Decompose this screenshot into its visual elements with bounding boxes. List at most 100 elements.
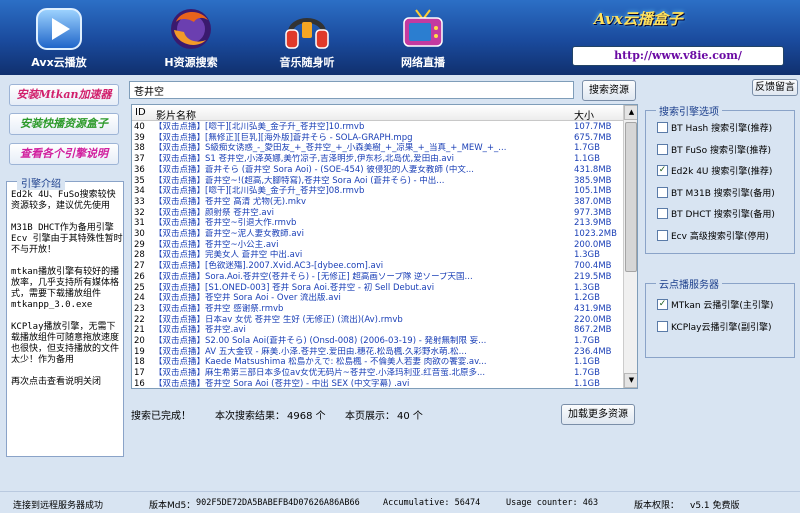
- checkbox-icon[interactable]: [657, 143, 668, 155]
- checkbox-icon[interactable]: [657, 186, 668, 198]
- engine-option[interactable]: BT DHCT 搜索引擎(备用): [657, 207, 775, 220]
- table-row[interactable]: 28 【双击点播】完美女人 蒼井空 中出.avi 1.3GB: [132, 250, 623, 261]
- cell-id: 37: [134, 154, 145, 165]
- search-button[interactable]: 搜索资源: [582, 80, 636, 101]
- nav-h-search[interactable]: H资源搜索: [146, 2, 236, 72]
- table-row[interactable]: 40 【双击点播】[唿干][北川弘美_金子升_苍井空]10.rmvb 107.7MB: [132, 122, 623, 133]
- table-row[interactable]: 34 【双击点播】[唿干][北川弘美_金子升_苍井空]08.rmvb 105.1MB: [132, 186, 623, 197]
- table-row[interactable]: 31 【双击点播】苍井空~引退大作.rmvb 213.9MB: [132, 218, 623, 229]
- cell-id: 28: [134, 250, 145, 261]
- checkbox-icon[interactable]: [657, 321, 668, 332]
- cell-id: 39: [134, 132, 145, 143]
- cell-size: 1.3GB: [574, 250, 600, 261]
- table-row[interactable]: 32 【双击点播】颜射祭 苍井空.avi 977.3MB: [132, 208, 623, 219]
- cell-size: 977.3MB: [574, 207, 612, 218]
- engine-options-title: 搜索引擎选项: [656, 103, 722, 118]
- table-row[interactable]: 20 【双击点播】S2.00 Sola Aoi(蒼井そら) (Onsd-008) …: [132, 336, 623, 347]
- table-row[interactable]: 18 【双击点播】Kaede Matsushima 松島かえで: 松島楓 - 不倫…: [132, 357, 623, 368]
- engine-option[interactable]: Ecv 高级搜索引擎(停用): [657, 229, 769, 242]
- table-row[interactable]: 26 【双击点播】Sora.Aoi.苍井空(苍井そら) - [无修正] 超高画ソー…: [132, 272, 623, 283]
- cell-id: 19: [134, 346, 145, 357]
- table-row[interactable]: 38 【双击点播】S級痴女诱惑_-_愛田友_+_苍井空_+_小森美樹_+_凉果_+…: [132, 143, 623, 154]
- shown-count-value: 40 个: [397, 411, 423, 422]
- firefox-icon: [166, 6, 216, 52]
- version-label: 版本权限：: [634, 501, 680, 511]
- cell-name: 【双击点播】苍井空~引退大作.rmvb: [154, 218, 297, 229]
- table-row[interactable]: 25 【双击点播】[S1.ONED-003] 苍井 Sora Aoi.苍井空 - …: [132, 283, 623, 294]
- scroll-down-arrow-icon[interactable]: ▼: [624, 373, 637, 388]
- feedback-button[interactable]: 反馈留言: [752, 79, 798, 96]
- table-row[interactable]: 23 【双击点播】苍井空 感谢祭.rmvb 431.9MB: [132, 304, 623, 315]
- table-row[interactable]: 27 【双击点播】[色欲迷殤].2007.Xvid.AC3-[dybee.com]…: [132, 261, 623, 272]
- cell-size: 385.9MB: [574, 175, 612, 186]
- engine-help-button[interactable]: 查看各个引擎说明: [9, 143, 119, 165]
- col-size-header[interactable]: 大小: [574, 107, 594, 122]
- nav-music[interactable]: 音乐随身听: [262, 2, 352, 72]
- nav-live[interactable]: 网络直播: [378, 2, 468, 72]
- table-row[interactable]: 21 【双击点播】苍井空.avi 867.2MB: [132, 325, 623, 336]
- checkbox-checked-icon[interactable]: ✓: [657, 299, 668, 310]
- server-option[interactable]: KCPlay云播引擎(副引擎): [657, 320, 772, 333]
- cell-name: 【双击点播】蒼井空~!(超高,大腳特寫),苍井空 Sora Aoi (蒼井そら)…: [154, 175, 445, 186]
- table-row[interactable]: 16 【双击点播】苍井空 Sora Aoi (苍井空) - 中出 SEX (中文字…: [132, 378, 623, 389]
- table-row[interactable]: 30 【双击点播】蒼井空~泥人妻女教師.avi 1023.2MB: [132, 229, 623, 240]
- table-row[interactable]: 33 【双击点播】苍井空 高清 尤物(无).mkv 387.0MB: [132, 197, 623, 208]
- cell-id: 32: [134, 207, 145, 218]
- server-option[interactable]: ✓ MTkan 云播引擎(主引擎): [657, 298, 773, 311]
- install-mtkan-button[interactable]: 安装Mtkan加速器: [9, 84, 119, 106]
- cell-name: 【双击点播】苍井空 高清 尤物(无).mkv: [154, 196, 306, 207]
- header-bar: Avx云播放 H资源搜索 音乐随身听 网络直播 Avx云播盒子 http://w…: [0, 0, 800, 75]
- website-link[interactable]: http://www.v8ie.com/: [572, 46, 784, 66]
- search-done-text: 搜索已完成！: [131, 411, 191, 422]
- server-option-label: KCPlay云播引擎(副引擎): [671, 323, 772, 333]
- engine-option[interactable]: ✓ Ed2k 4U 搜索引擎(推荐): [657, 164, 772, 177]
- checkbox-icon[interactable]: [657, 122, 668, 133]
- table-row[interactable]: 17 【双击点播】麻生希第三部日本多位av女优无码片~苍井空.小泽玛利亚.红音萤.…: [132, 368, 623, 379]
- results-table[interactable]: ID 影片名称 大小 40 【双击点播】[唿干][北川弘美_金子升_苍井空]10.…: [131, 104, 638, 389]
- cell-size: 219.5MB: [574, 271, 612, 282]
- col-id-header[interactable]: ID: [135, 107, 146, 118]
- cell-size: 1.1GB: [574, 154, 600, 165]
- table-row[interactable]: 37 【双击点播】S1 苍井空,小泽英娜,美竹凉子,吉泽明步,伊东杉,北岛优,爱田…: [132, 154, 623, 165]
- table-row[interactable]: 29 【双击点播】苍井空~小公主.avi 200.0MB: [132, 240, 623, 251]
- table-row[interactable]: 35 【双击点播】蒼井空~!(超高,大腳特寫),苍井空 Sora Aoi (蒼井そ…: [132, 176, 623, 187]
- table-row[interactable]: 19 【双击点播】AV 五大金钗 - 麻美.小泽.苍井空.爱田由.穗花.松岛楓.久…: [132, 347, 623, 358]
- col-name-header[interactable]: 影片名称: [156, 107, 196, 122]
- cell-id: 24: [134, 293, 145, 304]
- cell-id: 23: [134, 303, 145, 314]
- cell-id: 36: [134, 164, 145, 175]
- table-row[interactable]: 36 【双击点播】蒼井そら (蒼井空 Sora Aoi) - (SOE-454) …: [132, 165, 623, 176]
- cell-size: 213.9MB: [574, 218, 612, 229]
- engine-option[interactable]: BT FuSo 搜索引擎(推荐): [657, 143, 771, 156]
- cell-size: 1.7GB: [574, 336, 600, 346]
- engine-info-title: 引擎介绍: [17, 175, 65, 190]
- engine-option[interactable]: BT M31B 搜索引擎(备用): [657, 186, 775, 199]
- nav-avx-play[interactable]: Avx云播放: [14, 2, 104, 72]
- cell-size: 220.0MB: [574, 314, 612, 325]
- cell-size: 1.2GB: [574, 293, 600, 304]
- install-kuaibo-button[interactable]: 安装快播资源盒子: [9, 113, 119, 135]
- table-row[interactable]: 24 【双击点播】苍空井 Sora Aoi - Over 流出版.avi 1.2GB: [132, 293, 623, 304]
- result-count-label: 本次搜索结果：: [215, 411, 285, 422]
- checkbox-icon[interactable]: [657, 208, 668, 219]
- cell-name: 【双击点播】Kaede Matsushima 松島かえで: 松島楓 - 不倫美人…: [154, 357, 487, 368]
- cell-name: 【双击点播】麻生希第三部日本多位av女优无码片~苍井空.小泽玛利亚.红音萤.北原…: [154, 368, 486, 379]
- usage-counter: Usage counter: 463: [506, 498, 599, 508]
- scroll-thumb[interactable]: [625, 122, 637, 272]
- cell-size: 236.4MB: [574, 346, 612, 357]
- table-header: ID 影片名称 大小: [132, 105, 623, 122]
- cell-size: 200.0MB: [574, 239, 612, 250]
- engine-option[interactable]: BT Hash 搜索引擎(推荐): [657, 121, 772, 134]
- table-row[interactable]: 22 【双击点播】日本av 女优 苍井空 生好 (无修正) (流出)(Av).rm…: [132, 315, 623, 326]
- checkbox-icon[interactable]: [657, 229, 668, 241]
- vertical-scrollbar[interactable]: ▲ ▼: [623, 105, 637, 388]
- cell-name: 【双击点播】苍井空.avi: [154, 325, 246, 336]
- checkbox-checked-icon[interactable]: ✓: [657, 165, 668, 176]
- scroll-up-arrow-icon[interactable]: ▲: [624, 105, 637, 120]
- search-input[interactable]: [129, 81, 574, 99]
- cell-name: 【双击点播】蒼井空~泥人妻女教師.avi: [154, 229, 304, 239]
- cell-id: 16: [134, 378, 145, 389]
- cell-name: 【双击点播】日本av 女优 苍井空 生好 (无修正) (流出)(Av).rmvb: [154, 314, 403, 325]
- load-more-button[interactable]: 加载更多资源: [561, 404, 635, 425]
- table-row[interactable]: 39 【双击点播】[無修正][巨乳][海外版]蒼井そら - SOLA-GRAPH.…: [132, 133, 623, 144]
